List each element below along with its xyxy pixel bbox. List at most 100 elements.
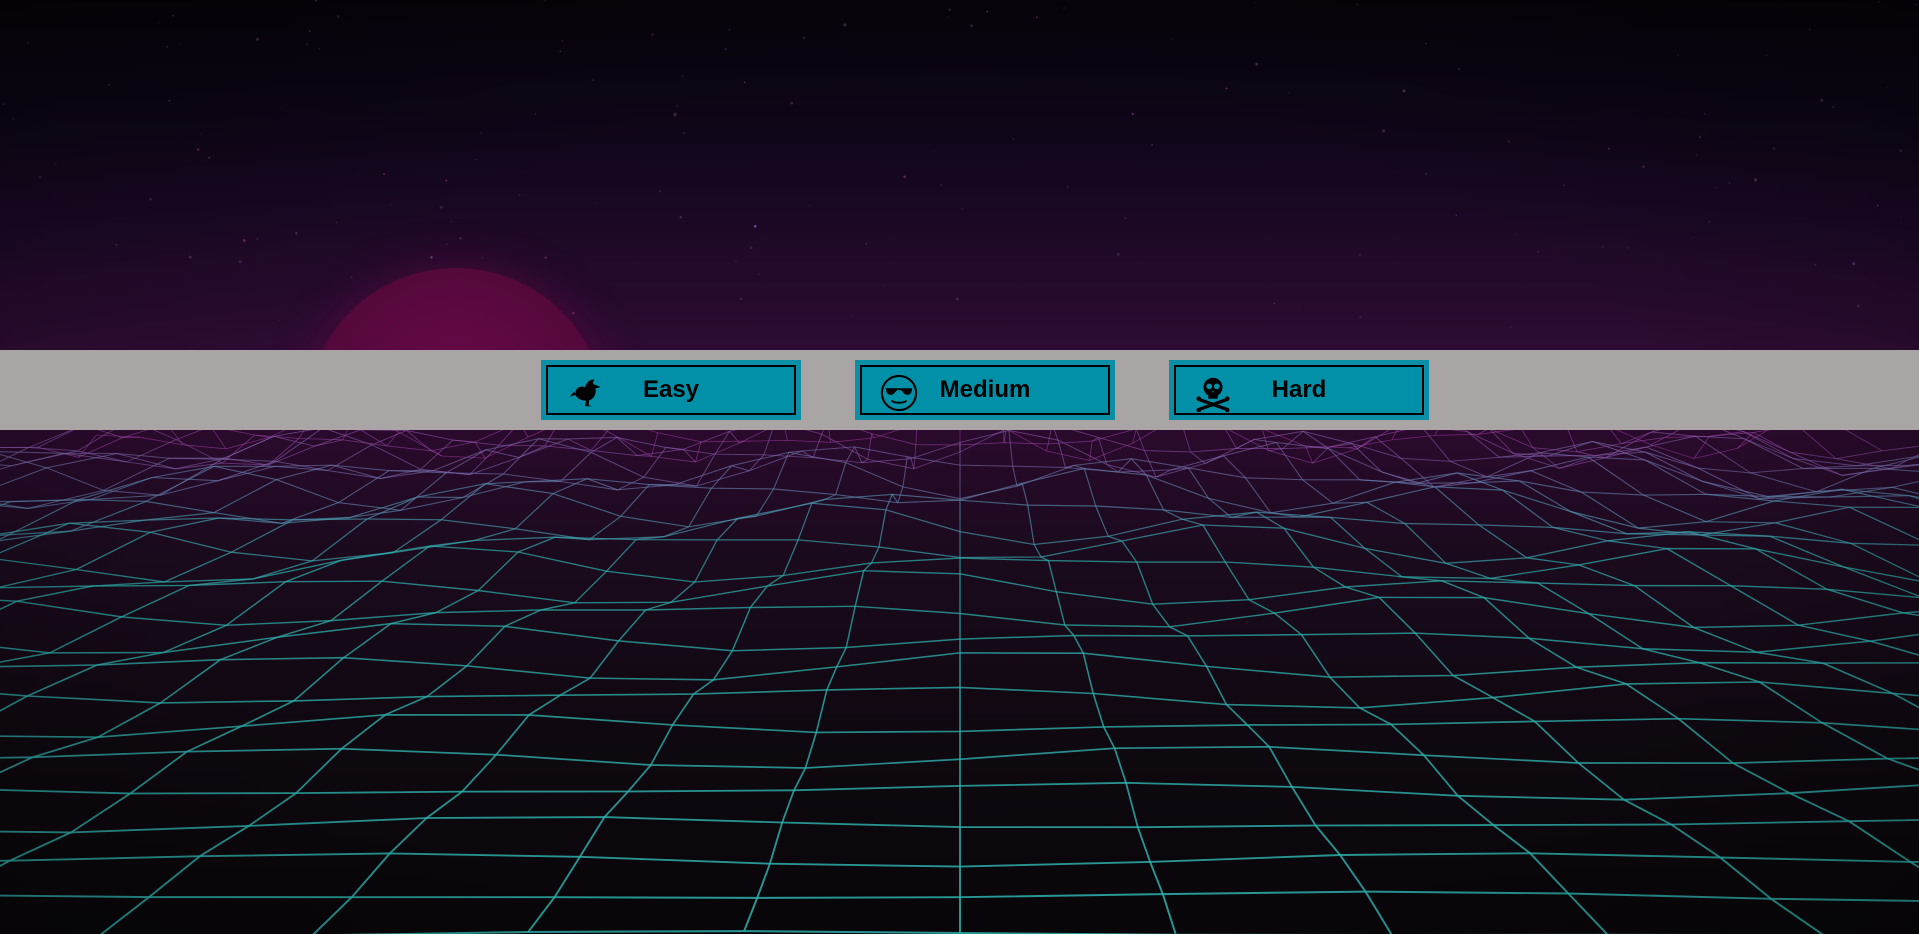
easy-button[interactable]: Easy [541, 360, 801, 420]
star [1852, 262, 1856, 266]
grid-line-vertical [731, 607, 752, 651]
star [735, 260, 737, 262]
star [208, 156, 211, 159]
grid-line-vertical [1607, 540, 1668, 550]
grid-line-vertical [1348, 447, 1357, 450]
grid-line-vertical [560, 452, 592, 482]
grid-line-vertical [1892, 692, 1919, 709]
star [168, 99, 171, 102]
grid-line-vertical [845, 606, 856, 648]
grid-line-vertical [1107, 535, 1123, 542]
star [1856, 304, 1860, 308]
star [1035, 16, 1038, 19]
star [790, 101, 794, 105]
grid-line-vertical [429, 539, 475, 547]
star [593, 202, 596, 204]
grid-line-vertical [731, 465, 750, 472]
star [724, 48, 727, 50]
grid-line-vertical [650, 724, 674, 766]
grid-line-vertical [1302, 479, 1334, 504]
grid-line-vertical [1136, 826, 1151, 863]
star [1116, 252, 1120, 256]
star [1703, 112, 1706, 115]
star [1708, 220, 1711, 223]
grid-line-vertical [589, 640, 620, 679]
grid-line-vertical [1719, 856, 1772, 900]
grid-line-vertical [1125, 782, 1139, 828]
star [809, 204, 811, 207]
star [238, 260, 242, 264]
star [188, 255, 192, 259]
star [1772, 147, 1776, 150]
difficulty-menu-bar: Easy Medium Hard [0, 350, 1919, 430]
star [1677, 54, 1679, 56]
grid-line-vertical [793, 767, 807, 791]
star [172, 14, 175, 17]
grid-line-vertical [330, 580, 383, 622]
grid-line-vertical [1644, 459, 1707, 495]
star [1728, 181, 1731, 184]
grid-line-vertical [504, 609, 542, 627]
star [1298, 306, 1300, 308]
grid-line-vertical [1047, 430, 1052, 444]
grid-line-vertical [693, 679, 714, 695]
grid-line-vertical [826, 666, 838, 691]
hard-button[interactable]: Hard [1169, 360, 1429, 420]
grid-line-vertical [1578, 564, 1635, 587]
star [1288, 92, 1290, 94]
star [314, 0, 317, 2]
star [740, 297, 743, 301]
medium-button[interactable]: Medium [855, 360, 1115, 420]
hard-label: Hard [1271, 376, 1327, 403]
grid-line-vertical [99, 896, 150, 934]
star [544, 256, 548, 260]
star [445, 179, 448, 182]
star [1695, 154, 1698, 157]
grid-line-vertical [1753, 432, 1791, 453]
grid-line-vertical [1113, 747, 1127, 784]
grid-line-vertical [1643, 494, 1707, 523]
grid-line-vertical [1055, 591, 1066, 626]
star [475, 158, 477, 160]
star [1753, 178, 1758, 182]
grid-line-vertical [1677, 718, 1734, 764]
star [450, 221, 452, 223]
grid-line-vertical [1246, 724, 1270, 748]
star [179, 43, 181, 45]
grid-line-vertical [70, 792, 131, 834]
grid-line-vertical [1414, 632, 1454, 677]
grid-line-vertical [1452, 674, 1494, 699]
grid-line-vertical [1008, 430, 1014, 467]
star [1356, 3, 1358, 6]
star [1887, 86, 1889, 88]
grid-line-vertical [527, 896, 556, 933]
star [970, 24, 974, 28]
grid-line-vertical [1693, 626, 1757, 653]
star [659, 190, 662, 193]
grid-line-vertical [1759, 681, 1823, 724]
grid-line-vertical [461, 754, 497, 793]
star [318, 48, 320, 50]
grid-line-vertical [1821, 722, 1889, 760]
grid-line-vertical [1092, 693, 1105, 728]
grid-line-vertical [671, 693, 695, 726]
grid-line-vertical [1083, 468, 1097, 507]
grid-line-vertical [49, 616, 122, 654]
grid-line-vertical [618, 609, 647, 642]
star [115, 243, 118, 246]
grid-line-vertical [828, 430, 831, 443]
grid-line-vertical [915, 430, 917, 445]
easy-button-frame: Easy [546, 365, 796, 415]
grid-line-vertical [1434, 486, 1480, 526]
star [336, 14, 340, 19]
star [1820, 98, 1824, 102]
star [1225, 87, 1228, 90]
star [430, 256, 433, 259]
star [1255, 62, 1259, 66]
grid-line-vertical [152, 476, 218, 482]
star [439, 205, 443, 209]
grid-line-vertical [1364, 547, 1403, 578]
grid-line-vertical [1532, 447, 1560, 469]
star [459, 237, 462, 240]
star [278, 320, 281, 322]
